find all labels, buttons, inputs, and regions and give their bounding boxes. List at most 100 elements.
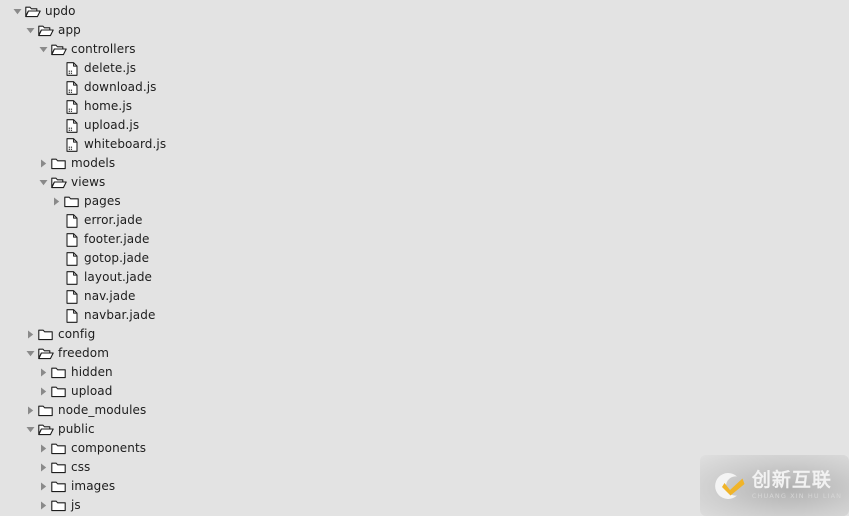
tree-row[interactable]: layout.jade xyxy=(0,268,849,287)
tree-row-label: error.jade xyxy=(84,213,143,227)
tree-row-label: app xyxy=(58,23,81,37)
chevron-right-icon[interactable] xyxy=(37,458,50,477)
tree-row-label: layout.jade xyxy=(84,270,153,284)
tree-row-label: upload.js xyxy=(84,118,140,132)
chevron-right-icon[interactable] xyxy=(37,439,50,458)
chevron-right-icon[interactable] xyxy=(37,477,50,496)
tree-row-label: config xyxy=(58,327,96,341)
tree-row[interactable]: upload xyxy=(0,382,849,401)
file-tree[interactable]: updo app controllers delete.js download.js ho… xyxy=(0,0,849,516)
tree-row[interactable]: upload.js xyxy=(0,116,849,135)
folder-open-icon xyxy=(24,2,41,21)
tree-row[interactable]: config xyxy=(0,325,849,344)
chevron-right-icon[interactable] xyxy=(37,382,50,401)
folder-closed-icon xyxy=(50,382,67,401)
file-code-icon xyxy=(63,78,80,97)
tree-row[interactable]: js xyxy=(0,496,849,515)
folder-closed-icon xyxy=(63,192,80,211)
chevron-right-icon[interactable] xyxy=(37,154,50,173)
tree-row[interactable]: hidden xyxy=(0,363,849,382)
tree-row[interactable]: app xyxy=(0,21,849,40)
folder-open-icon xyxy=(37,21,54,40)
folder-open-icon xyxy=(37,420,54,439)
folder-closed-icon xyxy=(50,477,67,496)
file-code-icon xyxy=(63,59,80,78)
tree-row-label: css xyxy=(71,460,91,474)
folder-open-icon xyxy=(37,344,54,363)
tree-row-label: download.js xyxy=(84,80,157,94)
file-blank-icon xyxy=(63,268,80,287)
tree-row-label: node_modules xyxy=(58,403,147,417)
chevron-right-icon[interactable] xyxy=(24,401,37,420)
folder-closed-icon xyxy=(50,439,67,458)
tree-row[interactable]: components xyxy=(0,439,849,458)
tree-row[interactable]: error.jade xyxy=(0,211,849,230)
tree-row[interactable]: home.js xyxy=(0,97,849,116)
chevron-down-icon[interactable] xyxy=(11,2,24,21)
file-code-icon xyxy=(63,135,80,154)
file-code-icon xyxy=(63,116,80,135)
chevron-down-icon[interactable] xyxy=(24,21,37,40)
file-blank-icon xyxy=(63,230,80,249)
tree-row-label: images xyxy=(71,479,116,493)
chevron-down-icon[interactable] xyxy=(24,344,37,363)
tree-row[interactable]: gotop.jade xyxy=(0,249,849,268)
chevron-right-icon[interactable] xyxy=(50,192,63,211)
tree-row[interactable]: pages xyxy=(0,192,849,211)
tree-row-label: updo xyxy=(45,4,76,18)
chevron-right-icon[interactable] xyxy=(37,496,50,515)
tree-row[interactable]: controllers xyxy=(0,40,849,59)
tree-row[interactable]: models xyxy=(0,154,849,173)
tree-row[interactable]: freedom xyxy=(0,344,849,363)
tree-row-label: pages xyxy=(84,194,121,208)
tree-row[interactable]: nav.jade xyxy=(0,287,849,306)
chevron-down-icon[interactable] xyxy=(24,420,37,439)
file-blank-icon xyxy=(63,211,80,230)
tree-row-label: delete.js xyxy=(84,61,137,75)
file-blank-icon xyxy=(63,306,80,325)
folder-closed-icon xyxy=(50,154,67,173)
tree-row-label: whiteboard.js xyxy=(84,137,167,151)
chevron-down-icon[interactable] xyxy=(37,40,50,59)
tree-row-label: gotop.jade xyxy=(84,251,150,265)
tree-row-label: js xyxy=(71,498,81,512)
tree-row[interactable]: node_modules xyxy=(0,401,849,420)
chevron-down-icon[interactable] xyxy=(37,173,50,192)
tree-row[interactable]: public xyxy=(0,420,849,439)
tree-row-label: home.js xyxy=(84,99,133,113)
tree-row-label: hidden xyxy=(71,365,113,379)
tree-row-label: navbar.jade xyxy=(84,308,156,322)
tree-row[interactable]: whiteboard.js xyxy=(0,135,849,154)
folder-open-icon xyxy=(50,40,67,59)
tree-row[interactable]: updo xyxy=(0,2,849,21)
tree-row-label: public xyxy=(58,422,95,436)
folder-closed-icon xyxy=(50,363,67,382)
tree-row-label: footer.jade xyxy=(84,232,150,246)
tree-row-label: components xyxy=(71,441,147,455)
chevron-right-icon[interactable] xyxy=(24,325,37,344)
folder-closed-icon xyxy=(37,325,54,344)
tree-row[interactable]: css xyxy=(0,458,849,477)
tree-row[interactable]: navbar.jade xyxy=(0,306,849,325)
tree-row[interactable]: views xyxy=(0,173,849,192)
tree-row[interactable]: download.js xyxy=(0,78,849,97)
tree-row-label: models xyxy=(71,156,116,170)
tree-row[interactable]: footer.jade xyxy=(0,230,849,249)
tree-row-label: controllers xyxy=(71,42,136,56)
tree-row-label: nav.jade xyxy=(84,289,136,303)
file-blank-icon xyxy=(63,287,80,306)
tree-row-label: upload xyxy=(71,384,113,398)
tree-row[interactable]: delete.js xyxy=(0,59,849,78)
chevron-right-icon[interactable] xyxy=(37,363,50,382)
tree-row[interactable]: images xyxy=(0,477,849,496)
tree-row-label: views xyxy=(71,175,106,189)
file-code-icon xyxy=(63,97,80,116)
file-blank-icon xyxy=(63,249,80,268)
